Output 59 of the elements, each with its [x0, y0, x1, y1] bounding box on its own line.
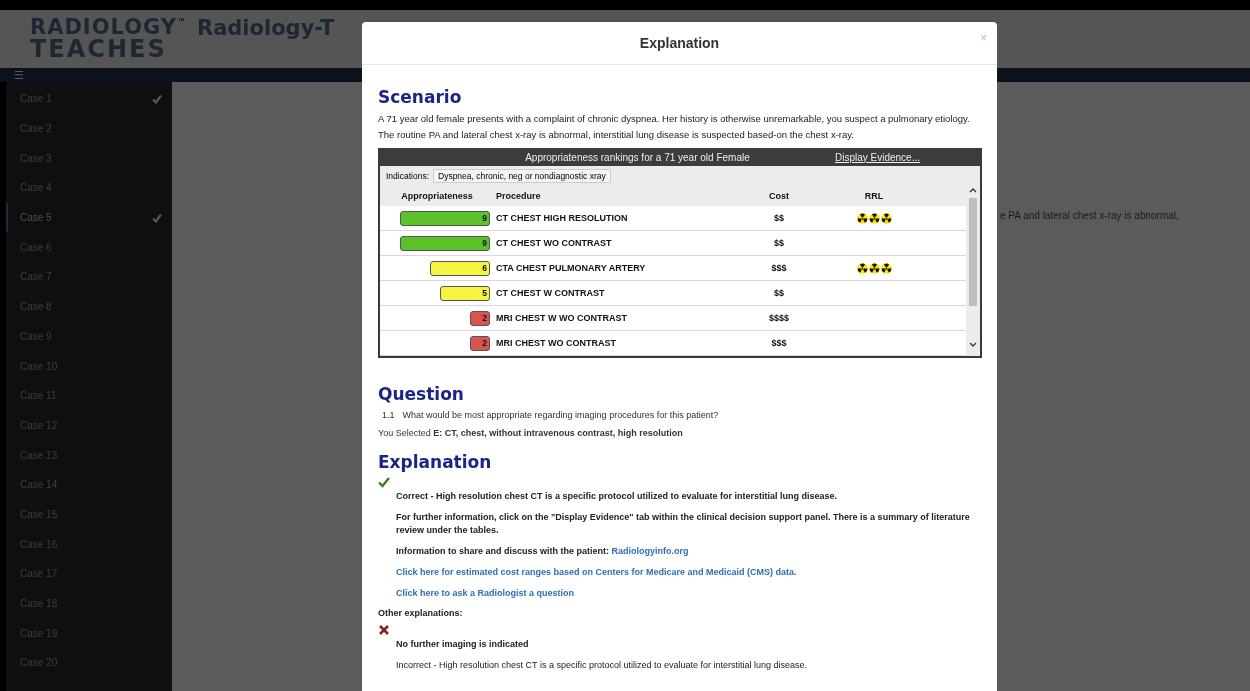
procedure-name: CT CHEST HIGH RESOLUTION [495, 213, 629, 223]
explanation-text: For further information, click on the "Display Evidence" tab within the clinical decision support panel. There is a summary of literature review under the tables. [396, 511, 971, 537]
radiation-icon [868, 212, 880, 224]
appropriateness-score: 9 [482, 211, 487, 225]
appropriateness-score: 5 [482, 286, 487, 300]
scroll-up-icon[interactable] [969, 187, 977, 193]
panel-title: Appropriateness rankings for a 71 year old Female [524, 151, 751, 163]
appropriateness-score: 2 [482, 311, 487, 325]
cost-text: $$ [773, 238, 785, 248]
cost-text: $$$ [770, 338, 788, 348]
cross-icon [378, 624, 390, 636]
question-text: What would be most appropriate regarding imaging procedures for this patient? [402, 410, 719, 420]
explanation-link[interactable]: Click here for estimated cost ranges based on Centers for Medicare and Medicaid (CMS) data. [396, 567, 797, 577]
column-header: Procedure [495, 191, 542, 201]
scroll-down-icon[interactable] [969, 342, 977, 348]
display-evidence-link[interactable]: Display Evidence... [834, 151, 920, 163]
explanation-link[interactable]: Click here to ask a Radiologist a question [396, 588, 575, 598]
question-number: 1.1 [382, 410, 395, 420]
procedure-name: CT CHEST WO CONTRAST [495, 238, 613, 248]
close-button[interactable]: × [980, 31, 987, 45]
section-heading: Scenario [378, 87, 463, 107]
appropriateness-score: 2 [482, 336, 487, 350]
selected-answer: You Selected E: CT, chest, without intravenous contrast, high resolution [378, 428, 684, 438]
app-title: Radiology-T [197, 16, 335, 40]
background-text: e PA and lateral chest x-ray is abnormal, [1000, 210, 1179, 221]
sidebar-item[interactable]: Case 5 [6, 202, 172, 233]
cost-text: $$ [773, 213, 785, 223]
other-explanations-label: Other explanations: [378, 608, 464, 618]
explanation-text: No further imaging is indicated [396, 638, 530, 651]
procedure-name: MRI CHEST WO CONTRAST [495, 338, 617, 348]
logo: RADIOLOGY™ TEACHES [30, 17, 187, 61]
cost-text: $$ [773, 288, 785, 298]
menu-button[interactable]: ☰ [14, 69, 24, 81]
explanation-text: Incorrect - High resolution chest CT is a specific protocol utilized to evaluate for interstitial lung disease. [396, 659, 809, 672]
radiologyinfo-link[interactable]: Radiologyinfo.org [611, 546, 689, 556]
indications-label: Indications: [386, 171, 429, 181]
radiation-icon [856, 212, 868, 224]
check-icon [378, 476, 390, 488]
section-heading: Explanation [378, 452, 493, 472]
column-header: Cost [768, 191, 790, 201]
column-header: Appropriateness [400, 191, 474, 201]
procedure-name: MRI CHEST W WO CONTRAST [495, 313, 628, 323]
radiation-icon [856, 262, 868, 274]
appropriateness-score: 6 [482, 261, 487, 275]
procedure-name: CTA CHEST PULMONARY ARTERY [495, 263, 647, 273]
explanation-text: Information to share and discuss with the patient: [396, 546, 610, 556]
cost-text: $$$ [770, 263, 788, 273]
appropriateness-score: 9 [482, 236, 487, 250]
radiation-icon [868, 262, 880, 274]
column-header: RRL [863, 191, 885, 201]
section-heading: Question [378, 384, 465, 404]
explanation-text: Correct - High resolution chest CT is a specific protocol utilized to evaluate for interstitial lung disease. [396, 490, 839, 503]
indications-field[interactable]: Dyspnea, chronic, neg or nondiagnostic xray [433, 169, 611, 183]
radiation-icon [880, 262, 892, 274]
scenario-text: A 71 year old female presents with a complaint of chronic dyspnea. Her history is otherwise unremarkable, you suspect a pulmonary etiology. The routine PA and lateral chest x-ray is abnormal, interstitial lung disease is suspected based-on the chest x-ray. [378, 112, 971, 142]
procedure-name: CT CHEST W CONTRAST [495, 288, 606, 298]
cost-text: $$$$ [768, 313, 790, 323]
radiation-icon [880, 212, 892, 224]
dialog-title: Explanation [639, 35, 720, 51]
